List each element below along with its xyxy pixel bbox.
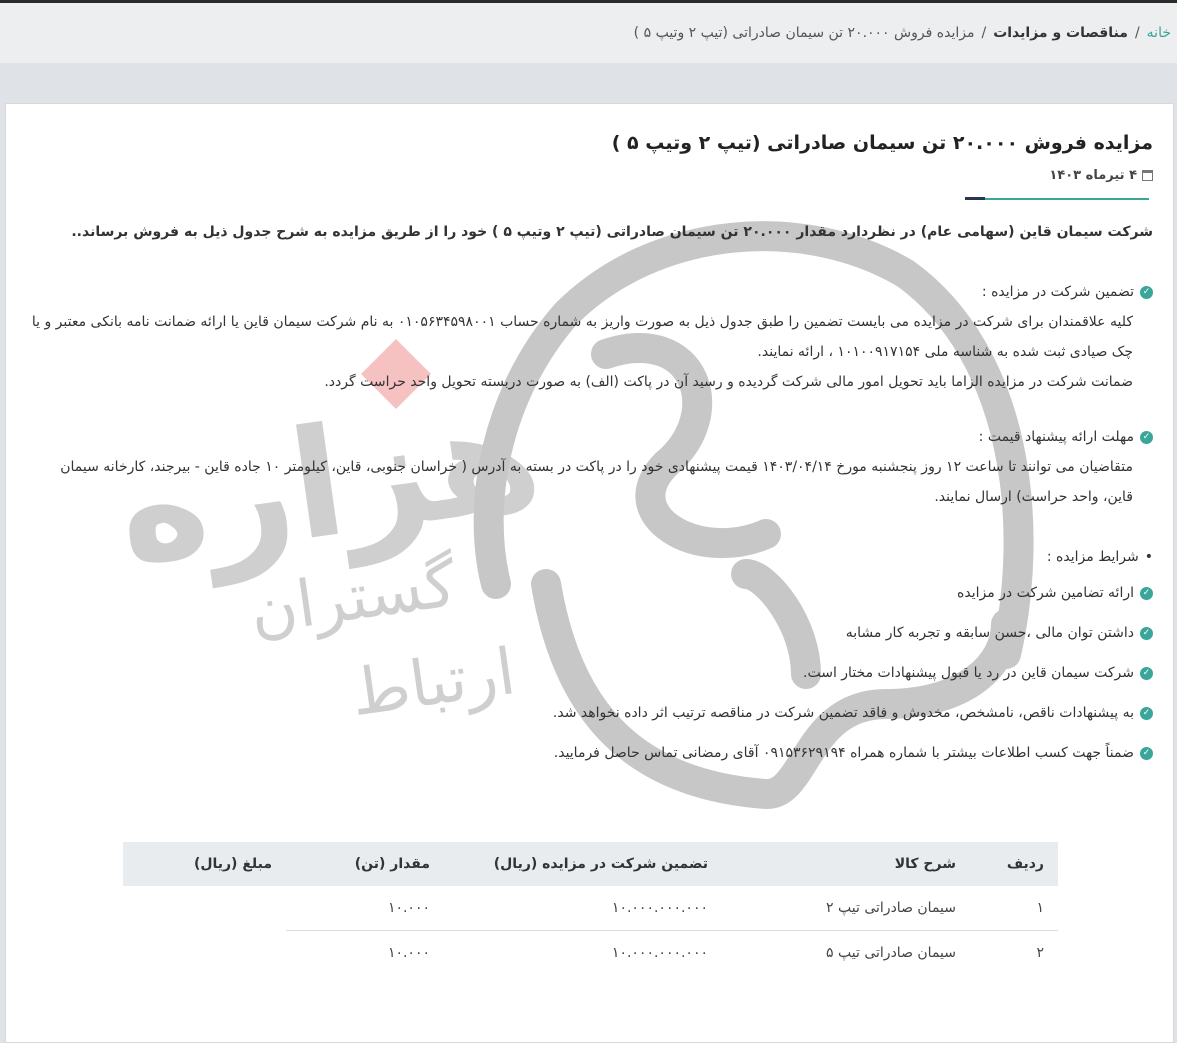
calendar-icon: [1142, 170, 1153, 181]
check-circle-icon: ✓: [1140, 706, 1153, 720]
page-title: مزایده فروش ۲۰.۰۰۰ تن سیمان صادراتی (تیپ…: [611, 132, 1153, 154]
table-cell: [123, 931, 286, 976]
guarantee-line: ضمانت شرکت در مزایده الزاما باید تحویل ا…: [324, 374, 1133, 390]
guarantee-heading: ✓ تضمین شرکت در مزایده :: [982, 284, 1153, 300]
condition-item: ✓ ضمناً جهت کسب اطلاعات بیشتر با شماره ه…: [554, 745, 1153, 761]
table-cell: ۱۰.۰۰۰.۰۰۰.۰۰۰: [444, 886, 722, 931]
table-header-row: ردیف شرح کالا تضمین شرکت در مزایده (ریال…: [123, 842, 1058, 886]
publish-date: ۴ تیرماه ۱۴۰۳: [1049, 168, 1153, 183]
intro-paragraph: شرکت سیمان قاین (سهامی عام) در نظردارد م…: [71, 224, 1153, 240]
column-header: مقدار (تن): [286, 842, 444, 886]
publish-date-text: ۴ تیرماه ۱۴۰۳: [1049, 168, 1137, 183]
table-cell: ۱۰.۰۰۰: [387, 945, 430, 961]
breadcrumb-separator: /: [1134, 25, 1140, 41]
items-table: ردیف شرح کالا تضمین شرکت در مزایده (ریال…: [123, 842, 1058, 975]
table-cell: سیمان صادراتی تیپ ۲: [722, 886, 970, 931]
check-circle-icon: ✓: [1140, 285, 1153, 299]
table-row: ۱ سیمان صادراتی تیپ ۲ ۱۰.۰۰۰.۰۰۰.۰۰۰ ۱۰.…: [123, 886, 1058, 931]
guarantee-line: چک صیادی ثبت شده به شناسه ملی ۱۰۱۰۰۹۱۷۱۵…: [757, 344, 1133, 360]
breadcrumb-current: مزایده فروش ۲۰.۰۰۰ تن سیمان صادراتی (تیپ…: [633, 25, 975, 41]
column-header: مبلغ (ریال): [123, 842, 286, 886]
title-underline: [965, 197, 1153, 200]
conditions-heading-text: شرایط مزایده :: [1046, 549, 1139, 565]
column-header: تضمین شرکت در مزایده (ریال): [444, 842, 722, 886]
table-cell: ۱: [970, 886, 1058, 931]
check-circle-icon: ✓: [1140, 586, 1153, 600]
condition-item: ✓ ارائه تضامین شرکت در مزایده: [957, 585, 1153, 601]
column-header: ردیف: [970, 842, 1058, 886]
table-cell: ۱۰.۰۰۰.۰۰۰.۰۰۰: [611, 945, 708, 961]
condition-text: به پیشنهادات ناقص، نامشخص، مخدوش و فاقد …: [552, 705, 1134, 721]
deadline-line: قاین، واحد حراست) ارسال نمایند.: [934, 489, 1133, 505]
check-circle-icon: ✓: [1140, 626, 1153, 640]
condition-item: ✓ داشتن توان مالی ،حسن سابقه و تجربه کار…: [846, 625, 1153, 641]
breadcrumb: خانه / مناقصات و مزایدات / مزایده فروش ۲…: [0, 3, 1177, 63]
guarantee-heading-text: تضمین شرکت در مزایده :: [981, 284, 1134, 300]
article-card: هزاره گستران ارتباط مزایده فروش ۲۰.۰۰۰ ت…: [5, 103, 1174, 1043]
breadcrumb-separator: /: [981, 25, 987, 41]
deadline-line: متقاضیان می توانند تا ساعت ۱۲ روز پنجشنب…: [60, 459, 1133, 475]
table-row: ۲ سیمان صادراتی تیپ ۵ ۱۰.۰۰۰.۰۰۰.۰۰۰ ۱۰.…: [123, 931, 1058, 976]
table-cell: سیمان صادراتی تیپ ۵: [826, 945, 956, 961]
table-cell: [123, 886, 286, 931]
guarantee-line: کلیه علاقمندان برای شرکت در مزایده می با…: [31, 314, 1133, 330]
table-cell: ۱۰.۰۰۰: [286, 886, 444, 931]
bullet-dot-icon: •: [1144, 549, 1153, 565]
conditions-heading: • شرایط مزایده :: [1047, 549, 1153, 565]
deadline-text: متقاضیان می توانند تا ساعت ۱۲ روز پنجشنب…: [26, 452, 1133, 512]
breadcrumb-section-link[interactable]: مناقصات و مزایدات: [993, 25, 1128, 41]
check-circle-icon: ✓: [1140, 430, 1153, 444]
check-circle-icon: ✓: [1140, 666, 1153, 680]
column-header: شرح کالا: [722, 842, 970, 886]
condition-text: داشتن توان مالی ،حسن سابقه و تجربه کار م…: [845, 625, 1134, 641]
condition-text: شرکت سیمان قاین در رد یا قبول پیشنهادات …: [803, 665, 1134, 681]
breadcrumb-home-link[interactable]: خانه: [1147, 25, 1171, 41]
condition-item: ✓ به پیشنهادات ناقص، نامشخص، مخدوش و فاق…: [553, 705, 1153, 721]
condition-text: ضمناً جهت کسب اطلاعات بیشتر با شماره همر…: [553, 745, 1134, 761]
deadline-heading: ✓ مهلت ارائه پیشنهاد قیمت :: [979, 429, 1153, 445]
deadline-heading-text: مهلت ارائه پیشنهاد قیمت :: [978, 429, 1134, 445]
check-circle-icon: ✓: [1140, 746, 1153, 760]
condition-item: ✓ شرکت سیمان قاین در رد یا قبول پیشنهادا…: [803, 665, 1153, 681]
guarantee-text: کلیه علاقمندان برای شرکت در مزایده می با…: [26, 307, 1133, 397]
table-cell: ۲: [1036, 945, 1044, 961]
condition-text: ارائه تضامین شرکت در مزایده: [957, 585, 1134, 601]
